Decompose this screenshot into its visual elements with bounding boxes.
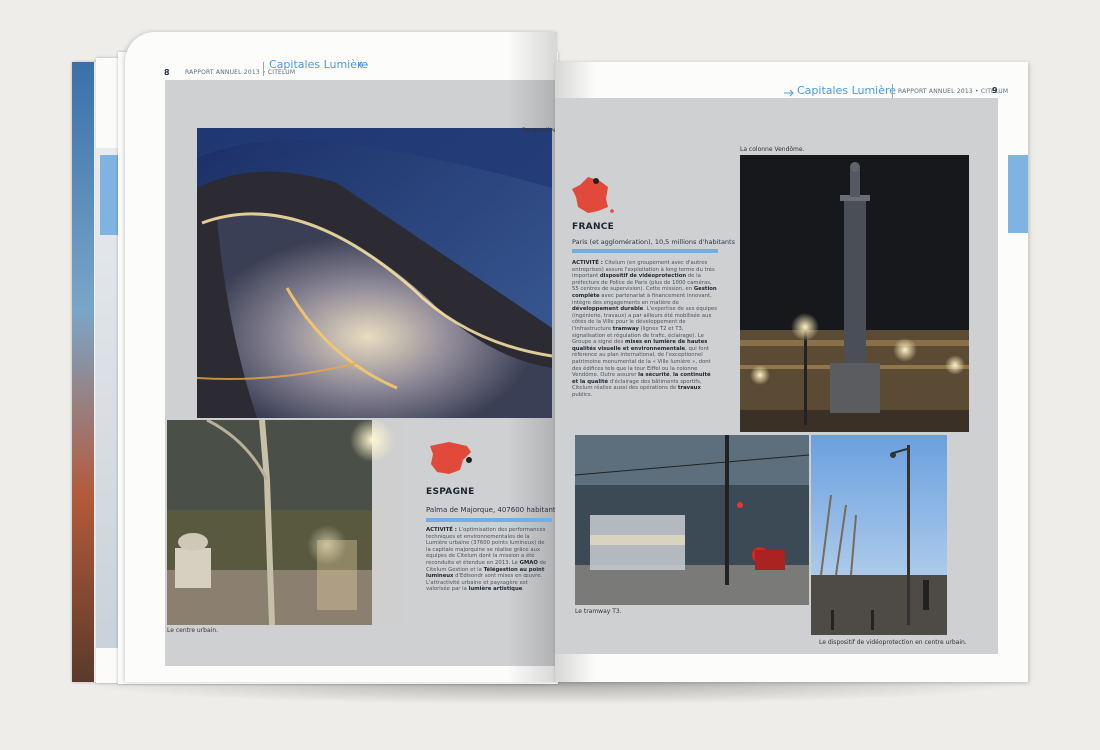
body-emphasis: développement durable — [572, 306, 644, 313]
body-text: publics. — [572, 391, 593, 398]
back-page-photo-strip — [72, 62, 94, 682]
country-body-espagne: ACTIVITÉ : L'optimisation des performanc… — [426, 527, 550, 593]
arrow-right-icon — [783, 84, 795, 97]
country-subtitle-espagne: Palma de Majorque, 407600 habitants — [426, 506, 560, 514]
caption-tramway: Le tramway T3. — [575, 608, 622, 615]
country-title-france: FRANCE — [572, 222, 615, 232]
photo-caption-bottom: Le centre urbain. — [167, 627, 219, 634]
videoprotection-photo — [811, 435, 947, 635]
arrow-left-icon — [357, 56, 369, 69]
left-section-title: Capitales Lumière — [269, 58, 369, 71]
back-page-blue-tab — [100, 155, 120, 235]
body-text: . — [522, 586, 525, 593]
right-section-title: Capitales Lumière — [797, 84, 897, 97]
street-night-photo — [167, 420, 403, 625]
country-body-france: ACTIVITÉ : Citelum (en groupement avec d… — [572, 260, 718, 398]
right-blue-tab — [1008, 155, 1028, 233]
body-emphasis: GMAO — [519, 559, 538, 566]
country-subtitle-france: Paris (et agglomération), 10,5 millions … — [572, 238, 735, 246]
body-emphasis: la sécurité — [638, 372, 670, 379]
left-page-number: 8 — [164, 68, 170, 77]
body-emphasis: dispositif de vidéoprotection — [599, 273, 687, 280]
country-title-espagne: ESPAGNE — [426, 487, 475, 497]
body-emphasis: ACTIVITÉ : — [572, 260, 605, 266]
caption-vendome: La colonne Vendôme. — [740, 146, 805, 153]
body-emphasis: tramway — [612, 325, 639, 332]
subtitle-underline-espagne — [426, 518, 552, 522]
spain-map-icon — [427, 440, 477, 478]
header-divider — [263, 62, 264, 76]
body-emphasis: ACTIVITÉ : — [426, 527, 459, 533]
right-page-number: 9 — [992, 86, 998, 95]
france-map-icon — [570, 175, 616, 217]
header-divider-right — [892, 84, 893, 98]
aerial-night-photo — [197, 128, 552, 418]
subtitle-underline-france — [572, 249, 718, 253]
vendome-column-photo — [740, 155, 969, 432]
body-emphasis: lumière artistique — [468, 586, 523, 593]
body-emphasis: travaux — [677, 385, 701, 392]
tramway-photo — [575, 435, 809, 605]
caption-videoprotection: Le dispositif de vidéoprotection en cent… — [819, 639, 967, 646]
